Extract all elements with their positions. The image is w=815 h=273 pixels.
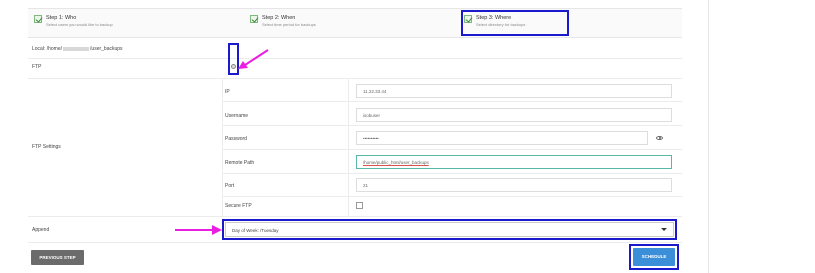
checkmark-icon	[34, 15, 42, 23]
divider	[28, 216, 682, 217]
username-input[interactable]: isobuser	[356, 108, 672, 122]
password-input[interactable]: ••••••••••	[356, 131, 648, 145]
wizard-steps: Step 1: Who Select users you would like …	[28, 8, 682, 38]
local-path-label: Local: /home/ /user_backups	[32, 46, 123, 52]
remote-path-label: Remote Path	[225, 160, 255, 166]
password-label: Password	[225, 136, 247, 142]
append-label: Append	[32, 227, 50, 233]
local-path-suffix: /user_backups	[90, 46, 123, 52]
divider	[222, 125, 682, 126]
ip-label: IP	[225, 89, 230, 95]
divider	[222, 149, 682, 150]
step-subtitle: Select users you would like to backup	[46, 22, 113, 27]
highlight-box-schedule	[629, 244, 679, 270]
arrow-annotation-toggle	[238, 49, 269, 69]
step-who[interactable]: Step 1: Who Select users you would like …	[34, 9, 234, 39]
step-subtitle: Select time period for backups	[262, 22, 316, 27]
eye-icon[interactable]	[656, 136, 663, 140]
arrow-annotation-append	[175, 225, 222, 235]
port-label: Port	[225, 183, 235, 189]
highlight-box-append	[222, 219, 677, 240]
divider	[222, 173, 682, 174]
secure-ftp-checkbox[interactable]	[356, 202, 363, 209]
step-when[interactable]: Step 2: When Select time period for back…	[250, 9, 450, 39]
secure-ftp-label: Secure FTP	[225, 203, 252, 209]
divider	[222, 101, 682, 102]
redacted-username	[63, 46, 90, 51]
ip-input[interactable]: 11.22.33.44	[356, 84, 672, 98]
port-input[interactable]: 21	[356, 178, 672, 192]
divider	[708, 0, 709, 273]
divider	[222, 196, 682, 197]
checkmark-icon	[250, 15, 258, 23]
ftp-label: FTP	[32, 64, 42, 70]
remote-path-input[interactable]: /home/public_html/user_backups	[356, 155, 672, 169]
step-title: Step 1: Who	[46, 15, 77, 21]
highlight-box-step3	[461, 10, 569, 36]
previous-step-button[interactable]: PREVIOUS STEP	[31, 250, 84, 265]
divider	[28, 78, 682, 79]
local-path-prefix: Local: /home/	[32, 46, 63, 52]
step-title: Step 2: When	[262, 15, 296, 21]
divider	[28, 58, 682, 59]
username-label: Username	[225, 113, 249, 119]
divider	[28, 242, 682, 243]
ftp-settings-label: FTP Settings	[32, 144, 61, 150]
